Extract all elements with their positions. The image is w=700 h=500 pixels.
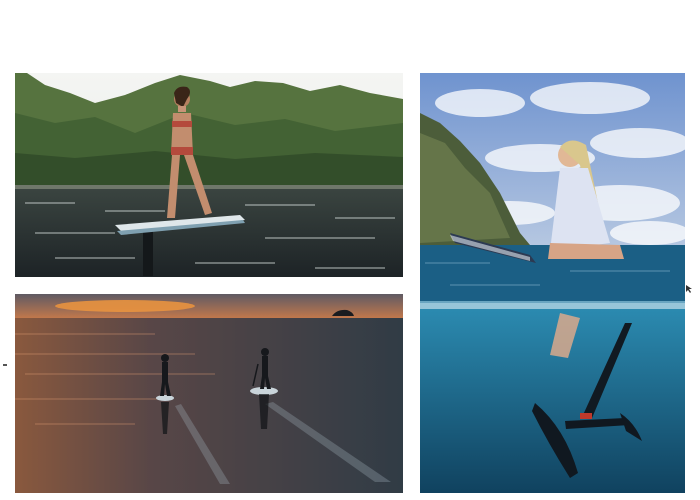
photo-hydrofoil-standing-graphic: [15, 73, 403, 277]
photo-split-underwater-graphic: [420, 73, 685, 493]
photo-split-underwater: [420, 73, 685, 493]
stray-mark: [3, 364, 7, 366]
cursor-arrow-icon: [686, 285, 692, 293]
photo-sunset-riders-graphic: [15, 294, 403, 493]
photo-sunset-riders: [15, 294, 403, 493]
photo-hydrofoil-standing: [15, 73, 403, 277]
